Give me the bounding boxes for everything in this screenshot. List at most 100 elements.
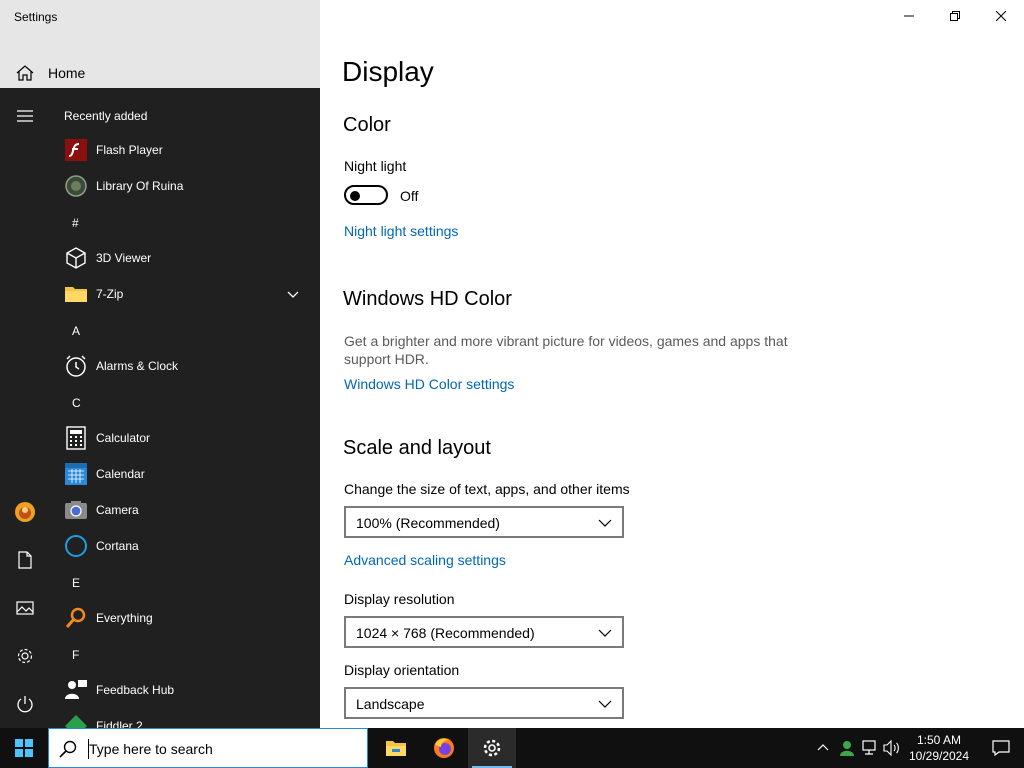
scale-dropdown[interactable]: 100% (Recommended) xyxy=(344,506,624,538)
chevron-up-icon xyxy=(817,744,829,751)
calendar-icon xyxy=(65,463,87,485)
group-header-e[interactable]: E xyxy=(72,576,80,590)
night-light-label: Night light xyxy=(344,158,407,174)
minimize-icon xyxy=(904,15,914,17)
list-item-label: Library Of Ruina xyxy=(96,179,184,193)
3d-viewer-icon xyxy=(66,247,86,269)
list-item-flash-player[interactable]: Flash Player xyxy=(56,132,312,168)
expand-button[interactable] xyxy=(0,94,50,138)
chevron-down-icon xyxy=(598,629,612,637)
advanced-scaling-link[interactable]: Advanced scaling settings xyxy=(344,552,506,568)
list-item-label: Flash Player xyxy=(96,143,163,157)
start-rail xyxy=(0,88,50,728)
tray-network-user[interactable] xyxy=(836,738,856,758)
restore-button[interactable] xyxy=(932,0,978,32)
home-icon xyxy=(16,65,34,81)
hdr-description: Get a brighter and more vibrant picture … xyxy=(344,333,788,367)
restore-icon xyxy=(950,11,960,21)
toggle-knob xyxy=(350,191,360,201)
clock-time: 1:50 AM xyxy=(916,733,962,747)
power-button[interactable] xyxy=(0,682,50,726)
list-item-calculator[interactable]: Calculator xyxy=(56,420,312,456)
group-header-hash[interactable]: # xyxy=(72,216,79,230)
list-item-label: Fiddler 2 xyxy=(96,719,143,728)
dropdown-value: 100% (Recommended) xyxy=(356,515,500,531)
library-of-ruina-icon xyxy=(65,175,87,197)
windows-logo-icon xyxy=(15,739,33,757)
night-light-state: Off xyxy=(400,188,419,204)
file-explorer-icon xyxy=(386,741,406,756)
display-settings-page: Display Color Night light Off Night ligh… xyxy=(320,0,1024,728)
app-title: Settings xyxy=(14,10,58,24)
settings-gear-icon xyxy=(483,739,501,757)
settings-gear-icon xyxy=(17,648,33,664)
list-item-3d-viewer[interactable]: 3D Viewer xyxy=(56,240,312,276)
cortana-icon xyxy=(65,535,87,557)
orientation-dropdown[interactable]: Landscape xyxy=(344,687,624,719)
resolution-dropdown[interactable]: 1024 × 768 (Recommended) xyxy=(344,616,624,648)
nav-home[interactable]: Home xyxy=(0,58,320,88)
hdr-settings-link[interactable]: Windows HD Color settings xyxy=(344,376,514,392)
list-item-label: Feedback Hub xyxy=(96,683,175,697)
list-item-library-of-ruina[interactable]: Library Of Ruina xyxy=(56,168,312,204)
start-menu: Recently added Flash Player Library Of R… xyxy=(0,88,320,728)
documents-icon xyxy=(18,551,32,569)
group-header-a[interactable]: A xyxy=(72,324,80,338)
chevron-down-icon xyxy=(598,700,612,708)
list-item-fiddler[interactable]: Fiddler 2 xyxy=(56,708,312,728)
camera-icon xyxy=(65,501,87,519)
nav-home-label: Home xyxy=(48,65,86,81)
folder-icon xyxy=(65,287,87,302)
taskbar-file-explorer[interactable] xyxy=(372,728,420,768)
dropdown-value: 1024 × 768 (Recommended) xyxy=(356,625,535,641)
dropdown-value: Landscape xyxy=(356,696,425,712)
resolution-label: Display resolution xyxy=(344,591,455,607)
calculator-icon xyxy=(66,426,86,450)
page-title: Display xyxy=(342,56,434,87)
list-item-label: Alarms & Clock xyxy=(96,359,179,373)
search-placeholder: Type here to search xyxy=(89,741,213,757)
list-item-feedback-hub[interactable]: Feedback Hub xyxy=(56,672,312,708)
night-light-toggle[interactable] xyxy=(344,185,388,205)
action-center-icon xyxy=(992,740,1010,756)
network-icon xyxy=(862,740,876,755)
group-header-f[interactable]: F xyxy=(72,648,79,662)
tray-network[interactable] xyxy=(860,738,880,758)
list-item-label: Everything xyxy=(96,611,153,625)
taskbar-settings[interactable] xyxy=(468,728,516,768)
fiddler-icon xyxy=(65,715,87,728)
firefox-icon xyxy=(434,738,454,758)
taskbar-search-box[interactable]: Type here to search xyxy=(48,728,368,768)
taskbar-clock[interactable]: 1:50 AM 10/29/2024 xyxy=(904,732,974,764)
tray-volume[interactable] xyxy=(882,738,902,758)
list-item-label: Camera xyxy=(96,503,139,517)
flash-player-icon xyxy=(65,139,87,161)
network-user-icon xyxy=(840,741,854,756)
chevron-down-icon[interactable] xyxy=(286,287,300,301)
chevron-down-icon xyxy=(598,519,612,527)
settings-button[interactable] xyxy=(0,634,50,678)
list-item-everything[interactable]: Everything xyxy=(56,600,312,636)
search-icon xyxy=(59,740,77,758)
list-item-calendar[interactable]: Calendar xyxy=(56,456,312,492)
list-item-camera[interactable]: Camera xyxy=(56,492,312,528)
recently-added-header: Recently added xyxy=(64,109,148,123)
night-light-settings-link[interactable]: Night light settings xyxy=(344,223,458,239)
group-header-c[interactable]: C xyxy=(72,396,81,410)
user-avatar-icon xyxy=(15,502,35,522)
account-button[interactable] xyxy=(0,490,50,534)
minimize-button[interactable] xyxy=(886,0,932,32)
close-button[interactable] xyxy=(978,0,1024,32)
scale-label: Change the size of text, apps, and other… xyxy=(344,481,630,497)
show-hidden-icons-button[interactable] xyxy=(813,738,833,758)
list-item-alarms-clock[interactable]: Alarms & Clock xyxy=(56,348,312,384)
list-item-cortana[interactable]: Cortana xyxy=(56,528,312,564)
start-button[interactable] xyxy=(0,728,48,768)
list-item-7-zip[interactable]: 7-Zip xyxy=(56,276,312,312)
close-icon xyxy=(996,11,1006,21)
documents-button[interactable] xyxy=(0,538,50,582)
taskbar-firefox[interactable] xyxy=(420,728,468,768)
list-item-label: 7-Zip xyxy=(96,287,124,301)
pictures-button[interactable] xyxy=(0,586,50,630)
action-center-button[interactable] xyxy=(978,728,1024,768)
